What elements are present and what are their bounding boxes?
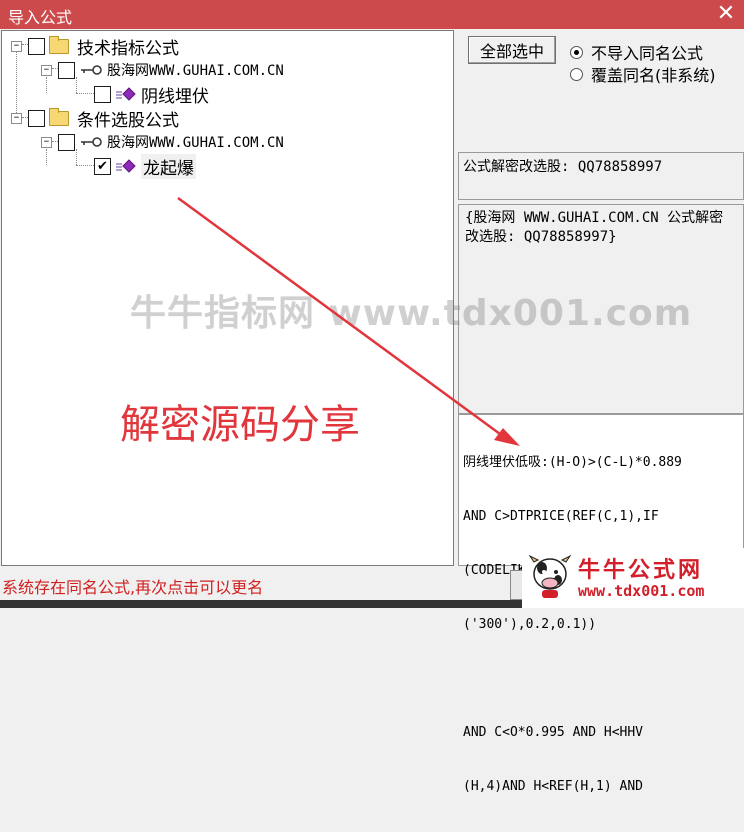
- tree-node-label: 龙起爆: [141, 153, 196, 179]
- key-icon: [81, 65, 102, 75]
- collapse-icon[interactable]: −: [11, 40, 22, 52]
- tree-node-guhai-condition[interactable]: − 股海网WWW.GUHAI.COM.CN: [41, 130, 284, 154]
- logo-name: 牛牛公式网: [578, 558, 704, 583]
- title-bar: 导入公式 ✕: [0, 0, 744, 29]
- tree-node-label: 技术指标公式: [77, 38, 179, 59]
- code-line: ('300'),0.2,0.1)): [463, 617, 597, 632]
- key-icon: [81, 137, 102, 147]
- tree-node-yinxian-maifu[interactable]: 阴线埋伏: [94, 82, 209, 107]
- tree-node-longqibao[interactable]: ✔ 龙起爆: [94, 153, 196, 179]
- code-line: 阴线埋伏低吸:(H-O)>(C-L)*0.889: [463, 455, 682, 470]
- tree-node-label: 阴线埋伏: [141, 86, 209, 107]
- tree-node-label: 股海网WWW.GUHAI.COM.CN: [107, 63, 284, 79]
- tree-node-guhai-tech[interactable]: − 股海网WWW.GUHAI.COM.CN: [41, 58, 284, 82]
- radio-dot[interactable]: [570, 45, 583, 59]
- radio-skip-same-name[interactable]: 不导入同名公式: [570, 40, 703, 64]
- code-line: AND C>DTPRICE(REF(C,1),IF: [463, 509, 659, 524]
- select-all-button[interactable]: 全部选中: [468, 36, 556, 64]
- radio-label: 覆盖同名(非系统): [591, 66, 716, 85]
- close-icon[interactable]: ✕: [714, 1, 738, 26]
- collapse-icon[interactable]: −: [41, 64, 52, 76]
- radio-label: 不导入同名公式: [591, 44, 704, 63]
- tree-node-condition-select[interactable]: − 条件选股公式: [11, 106, 179, 131]
- tree-checkbox[interactable]: [28, 109, 45, 127]
- code-line: (H,4)AND H<REF(H,1) AND: [463, 779, 644, 794]
- logo-url: www.tdx001.com: [578, 582, 705, 600]
- folder-icon: [49, 107, 69, 126]
- tree-checkbox[interactable]: [58, 133, 75, 151]
- tree-node-label: 股海网WWW.GUHAI.COM.CN: [107, 135, 284, 151]
- window-title: 导入公式: [8, 8, 73, 27]
- tree-checkbox-checked[interactable]: ✔: [94, 157, 111, 175]
- collapse-icon[interactable]: −: [11, 112, 22, 124]
- tree-checkbox[interactable]: [94, 85, 111, 103]
- status-message: 系统存在同名公式,再次点击可以更名: [2, 578, 264, 597]
- tree-node-label: 条件选股公式: [77, 110, 179, 131]
- tree-checkbox[interactable]: [28, 37, 45, 55]
- code-line: AND C<O*0.995 AND H<HHV: [463, 725, 644, 740]
- radio-overwrite-same-name[interactable]: 覆盖同名(非系统): [570, 62, 716, 86]
- tree-node-tech-indicators[interactable]: − 技术指标公式: [11, 34, 179, 59]
- cow-mascot-icon: [528, 554, 572, 598]
- collapse-icon[interactable]: −: [41, 136, 52, 148]
- annotation-text: 解密源码分享: [120, 402, 360, 448]
- formula-info-line: 公式解密改选股: QQ78858997: [458, 152, 744, 200]
- watermark-text: 牛牛指标网 www.tdx001.com: [130, 293, 693, 334]
- site-logo: 牛牛公式网 www.tdx001.com: [522, 548, 744, 608]
- tree-checkbox[interactable]: [58, 61, 75, 79]
- radio-dot[interactable]: [570, 67, 583, 81]
- folder-icon: [49, 35, 69, 54]
- formula-gem-icon: [116, 159, 136, 173]
- formula-source-code[interactable]: 阴线埋伏低吸:(H-O)>(C-L)*0.889 AND C>DTPRICE(R…: [458, 414, 744, 794]
- formula-gem-icon: [116, 87, 136, 101]
